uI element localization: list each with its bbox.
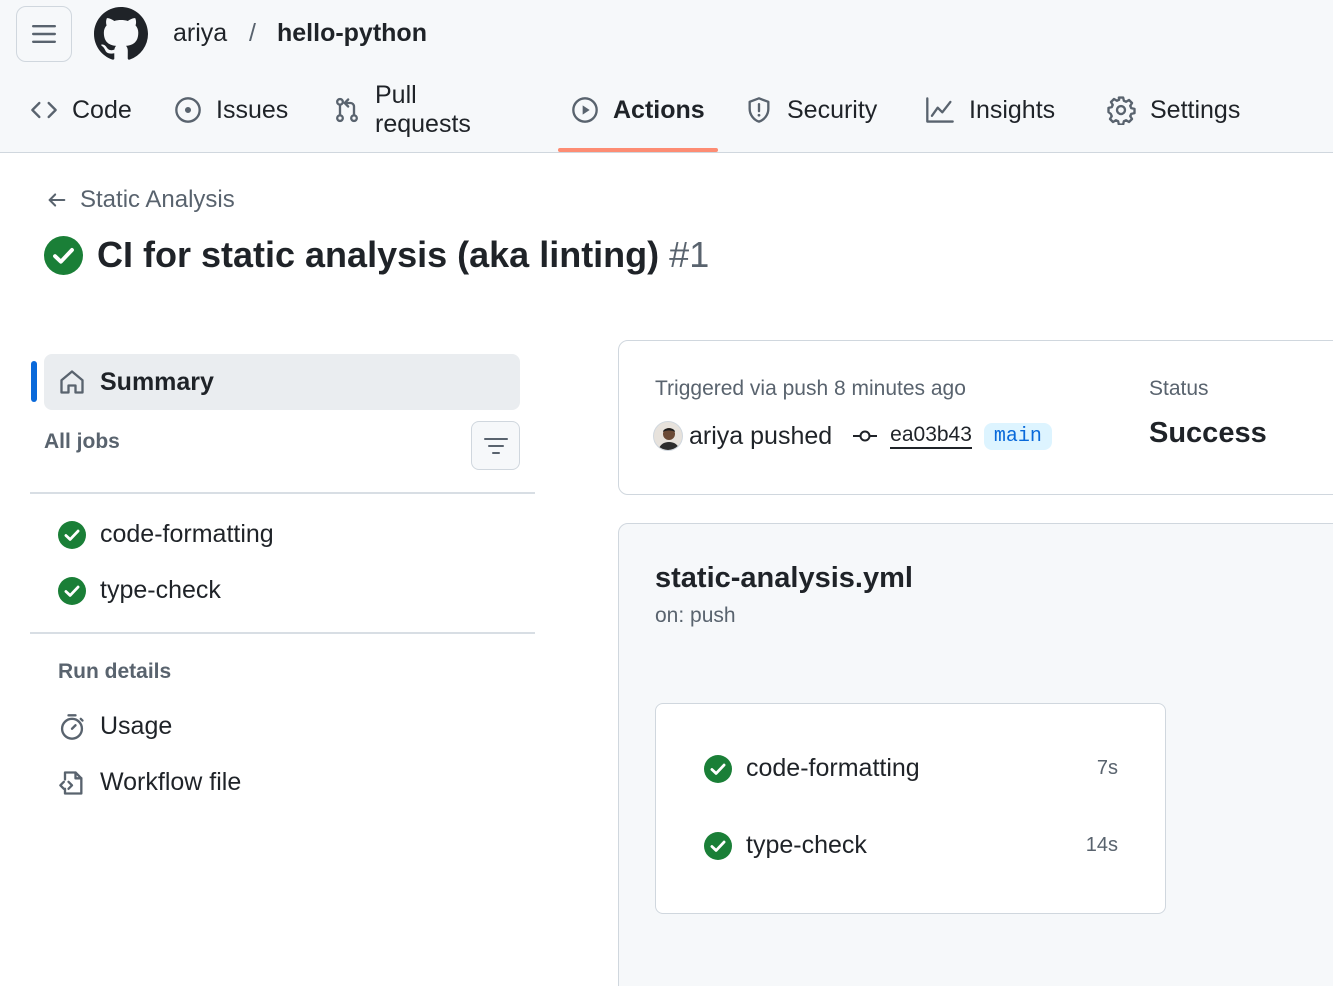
sidebar-item-label: Usage xyxy=(100,712,173,740)
code-icon xyxy=(31,101,57,119)
sidebar-item-label: Summary xyxy=(100,367,214,396)
breadcrumb-owner[interactable]: ariya xyxy=(173,17,227,49)
workflow-graph-panel: static-analysis.yml on: push code-format… xyxy=(618,523,1333,986)
sidebar-item-summary[interactable]: Summary xyxy=(44,354,520,410)
commit-sha-link[interactable]: ea03b43 xyxy=(890,423,972,449)
branch-label[interactable]: main xyxy=(983,422,1052,450)
sidebar-job-code-formatting[interactable]: code-formatting xyxy=(58,520,274,549)
sidebar-item-workflow-file[interactable]: Workflow file xyxy=(58,768,241,797)
menu-button[interactable] xyxy=(16,6,72,62)
graph-job-duration: 7s xyxy=(1096,757,1118,779)
tab-pull-requests[interactable]: Pull requests xyxy=(333,80,471,140)
sidebar-job-label: code-formatting xyxy=(100,520,274,548)
run-details-heading: Run details xyxy=(58,660,172,683)
graph-icon xyxy=(926,97,954,123)
sidebar-item-label: Workflow file xyxy=(100,768,242,796)
graph-job-code-formatting[interactable]: code-formatting 7s xyxy=(704,754,1118,783)
filter-jobs-button[interactable] xyxy=(471,421,520,470)
check-circle-fill-icon xyxy=(704,831,732,860)
pull-request-icon xyxy=(336,97,358,123)
workflow-file-name: static-analysis.yml xyxy=(655,562,913,594)
tab-insights[interactable]: Insights xyxy=(925,80,1055,140)
graph-job-duration: 14s xyxy=(1085,834,1118,856)
check-circle-fill-icon xyxy=(58,576,86,605)
trigger-text: Triggered via push 8 minutes ago xyxy=(655,377,966,400)
tab-label: Insights xyxy=(969,95,1056,124)
active-indicator xyxy=(31,361,37,402)
graph-job-name: type-check xyxy=(746,831,867,859)
sidebar-job-label: type-check xyxy=(100,576,221,604)
actor-action[interactable]: ariya pushed xyxy=(689,422,832,451)
shield-icon xyxy=(748,97,770,123)
workflow-trigger: on: push xyxy=(655,604,736,627)
run-summary-panel: Triggered via push 8 minutes ago ariya p… xyxy=(618,340,1333,495)
run-number: #1 xyxy=(669,234,710,275)
run-title: CI for static analysis (aka linting) #1 xyxy=(44,234,709,276)
repo-header: ariya / hello-python Code Issues Pull re… xyxy=(0,0,1333,153)
tab-label: Actions xyxy=(613,95,705,124)
sidebar-divider xyxy=(30,632,535,634)
github-logo-icon[interactable] xyxy=(94,7,148,61)
breadcrumb-repo[interactable]: hello-python xyxy=(277,17,427,49)
tab-label: Pull requests xyxy=(375,81,471,138)
gear-icon xyxy=(1107,96,1136,125)
status-value: Success xyxy=(1149,417,1267,449)
user-avatar-icon xyxy=(658,428,680,450)
jobs-card: code-formatting 7s type-check 14s xyxy=(655,703,1166,914)
back-to-workflow-link[interactable]: Static Analysis xyxy=(46,186,235,214)
sidebar-divider xyxy=(30,492,535,494)
tab-settings[interactable]: Settings xyxy=(1106,80,1240,140)
issue-opened-icon xyxy=(175,97,201,123)
sidebar-item-usage[interactable]: Usage xyxy=(58,712,172,741)
check-circle-fill-icon xyxy=(704,754,732,783)
graph-job-type-check[interactable]: type-check 14s xyxy=(704,831,1118,860)
check-circle-fill-icon xyxy=(58,520,86,549)
tab-security[interactable]: Security xyxy=(745,80,877,140)
active-tab-underline xyxy=(558,148,718,152)
tab-actions[interactable]: Actions xyxy=(571,80,705,140)
breadcrumb-separator: / xyxy=(249,19,256,47)
graph-job-name: code-formatting xyxy=(746,754,920,782)
run-title-text: CI for static analysis (aka linting) xyxy=(97,234,660,275)
push-info: ariya pushed ea03b43 main xyxy=(653,421,1052,451)
tab-label: Settings xyxy=(1150,95,1241,124)
tab-label: Issues xyxy=(216,95,289,124)
all-jobs-heading: All jobs xyxy=(44,430,120,453)
filter-icon xyxy=(483,437,508,454)
hamburger-icon xyxy=(32,25,56,43)
back-link-label: Static Analysis xyxy=(80,186,235,213)
status-label: Status xyxy=(1149,377,1209,400)
commit-icon xyxy=(853,430,878,442)
play-icon xyxy=(572,97,598,123)
arrow-left-icon xyxy=(48,193,66,207)
avatar[interactable] xyxy=(653,421,683,451)
tab-label: Security xyxy=(787,95,878,124)
file-code-icon xyxy=(59,770,83,795)
sidebar-job-type-check[interactable]: type-check xyxy=(58,576,221,605)
stopwatch-icon xyxy=(60,713,84,740)
tab-issues[interactable]: Issues xyxy=(174,80,288,140)
tab-label: Code xyxy=(72,95,132,124)
tab-code[interactable]: Code xyxy=(30,80,132,140)
check-circle-fill-icon xyxy=(44,235,83,275)
page-title: CI for static analysis (aka linting) #1 xyxy=(97,234,709,276)
home-icon xyxy=(60,370,84,394)
